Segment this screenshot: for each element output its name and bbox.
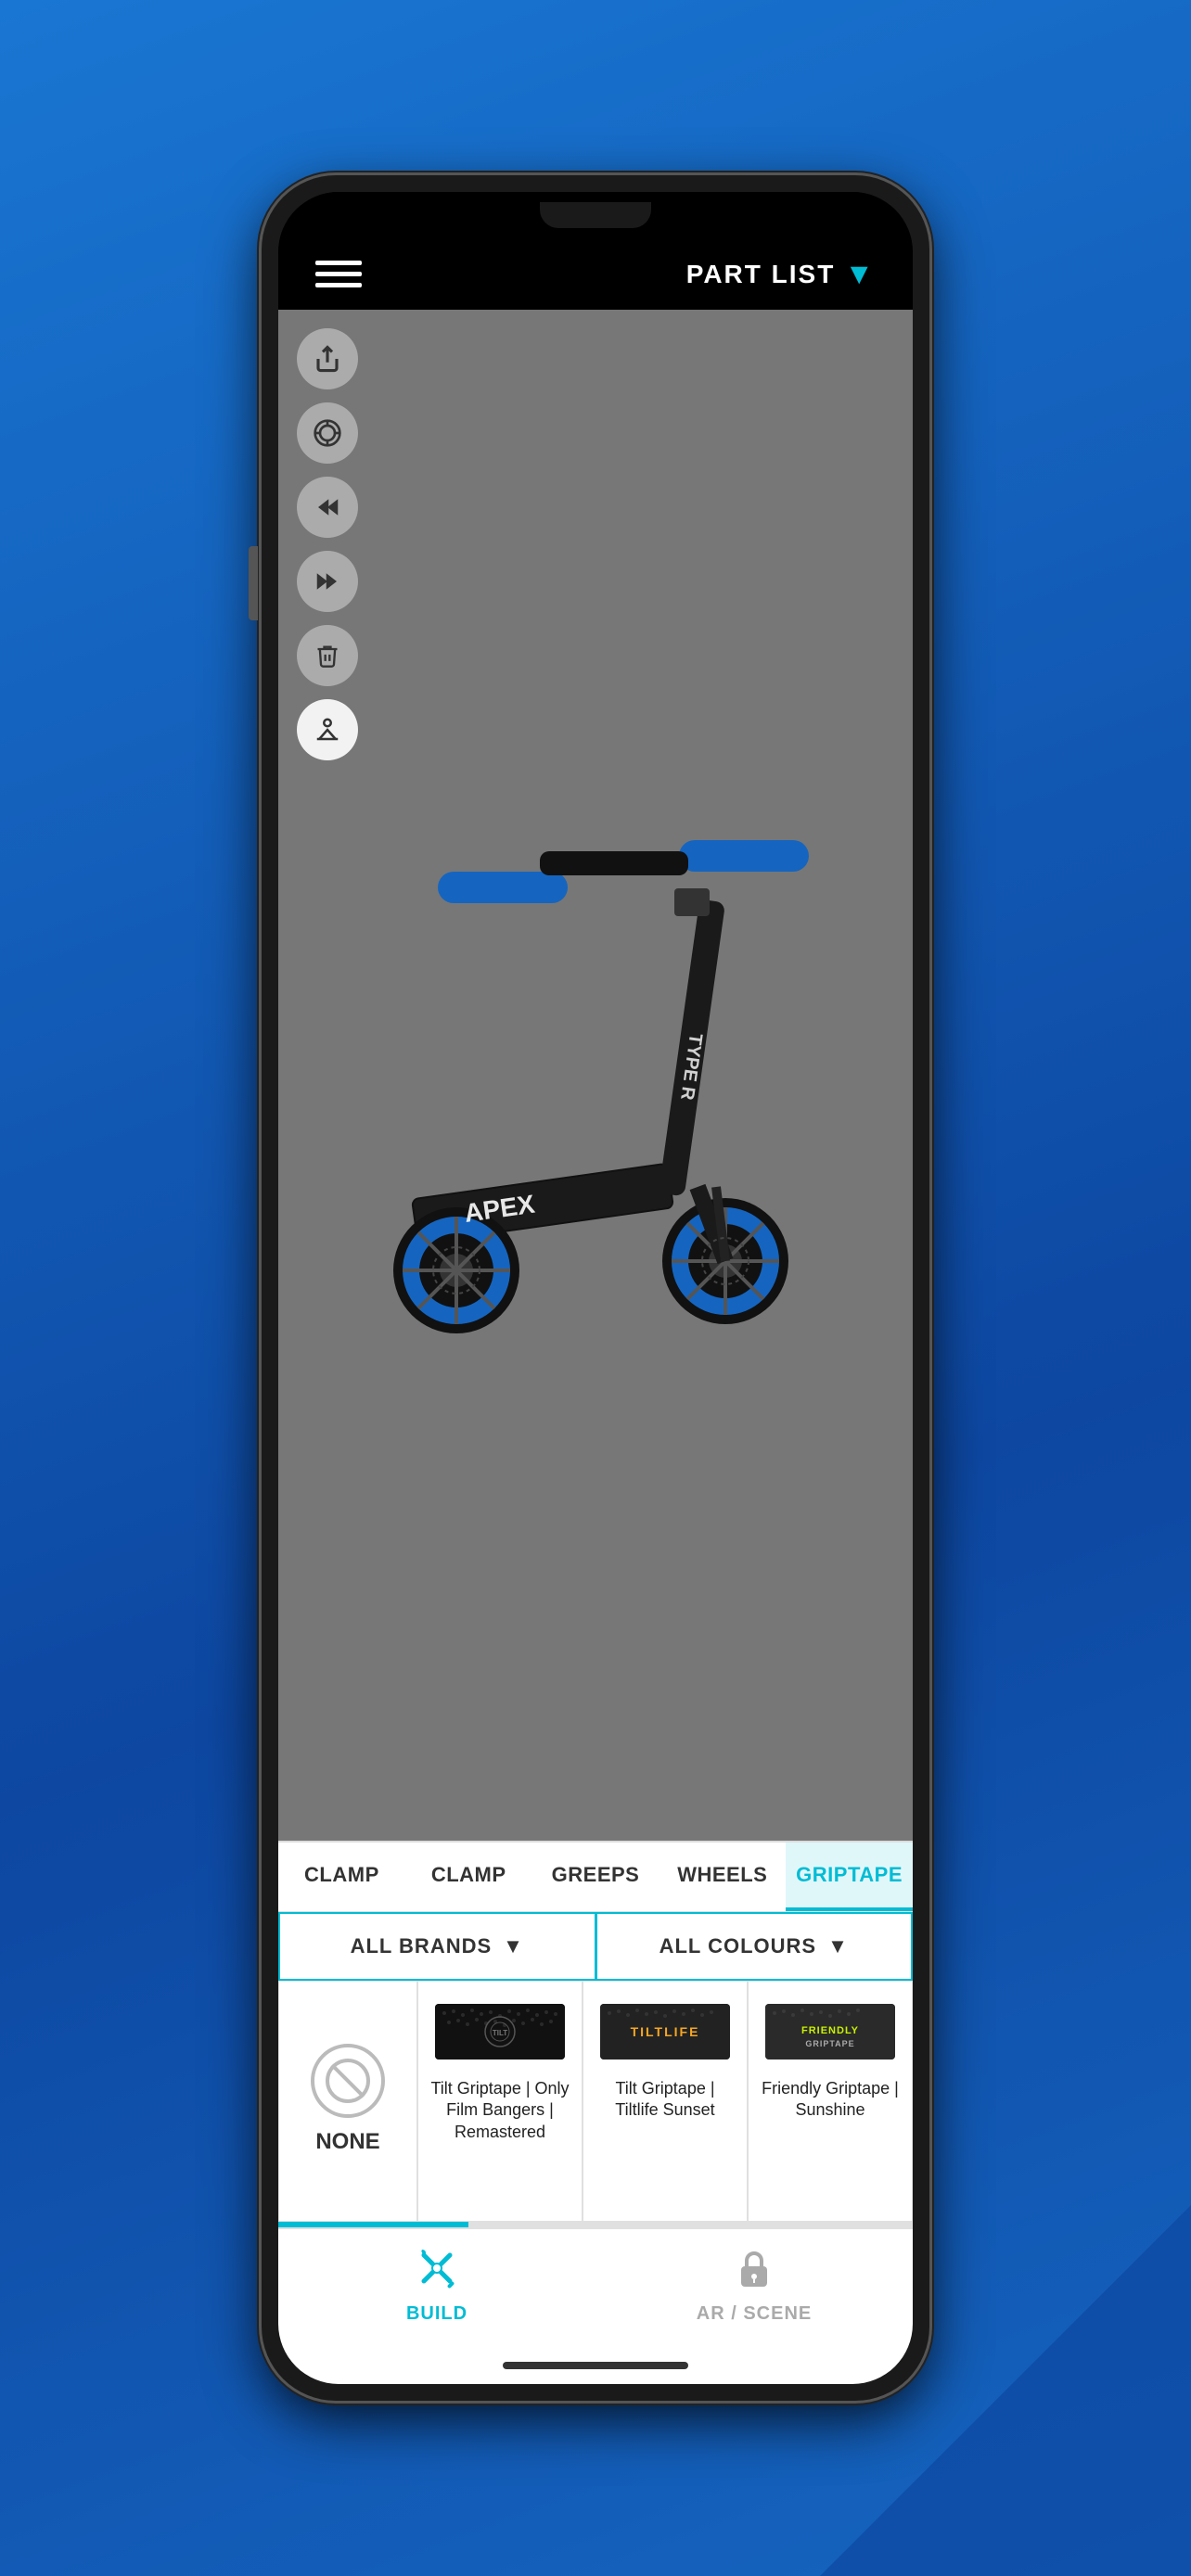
svg-text:GRIPTAPE: GRIPTAPE [805, 2039, 854, 2048]
tab-wheels[interactable]: WHEELS [659, 1843, 786, 1911]
tab-clamp-2[interactable]: CLAMP [405, 1843, 532, 1911]
hamburger-line-3 [315, 283, 362, 287]
sunshine-image: FRIENDLY GRIPTAPE [765, 2004, 895, 2060]
sunshine-image-wrapper: FRIENDLY GRIPTAPE [758, 1996, 903, 2067]
part-list-button[interactable]: PART LIST ▼ [686, 257, 876, 291]
brands-filter-label: ALL BRANDS [351, 1934, 493, 1958]
tab-griptape[interactable]: GRIPTAPE [786, 1843, 913, 1911]
tab-greeps[interactable]: GREEPS [532, 1843, 660, 1911]
brands-chevron-icon: ▼ [503, 1934, 524, 1958]
scale-button[interactable] [297, 699, 358, 760]
forward-button[interactable] [297, 551, 358, 612]
product-tilt-only-film[interactable]: TILT Tilt Griptape | Only Film Bangers |… [417, 1981, 583, 2222]
back-button[interactable] [297, 477, 358, 538]
chevron-down-icon: ▼ [844, 257, 876, 291]
nav-build[interactable]: BUILD [278, 2229, 596, 2347]
filter-row: ALL BRANDS ▼ ALL COLOURS ▼ [278, 1911, 913, 1981]
ar-scene-label: AR / SCENE [697, 2303, 812, 2325]
build-label: BUILD [406, 2303, 467, 2325]
tiltlife-image-wrapper: TILTLIFE [593, 1996, 737, 2067]
colours-filter-label: ALL COLOURS [660, 1934, 816, 1958]
none-icon [311, 2044, 385, 2118]
share-button[interactable] [297, 328, 358, 389]
hamburger-menu[interactable] [315, 261, 362, 287]
hamburger-line-1 [315, 261, 362, 265]
phone-frame: PART LIST ▼ [262, 175, 929, 2401]
none-label: NONE [315, 2129, 379, 2155]
app-header: PART LIST ▼ [278, 238, 913, 310]
tab-clamp-1[interactable]: CLAMP [278, 1843, 405, 1911]
bottom-navigation: BUILD AR / SCENE [278, 2227, 913, 2347]
scooter-image: APEX TYPE R [278, 310, 913, 1841]
colours-filter-button[interactable]: ALL COLOURS ▼ [596, 1912, 914, 1981]
target-button[interactable] [297, 402, 358, 464]
phone-screen: PART LIST ▼ [278, 192, 913, 2384]
svg-text:TILTLIFE: TILTLIFE [631, 2024, 700, 2039]
home-bar [503, 2362, 688, 2369]
tilt-film-image-wrapper: TILT [428, 1996, 572, 2067]
svg-text:FRIENDLY: FRIENDLY [801, 2025, 859, 2036]
notch-bar [278, 192, 913, 238]
scooter-svg: APEX TYPE R [354, 788, 837, 1363]
sunshine-name: Friendly Griptape | Sunshine [758, 2078, 903, 2122]
home-indicator [278, 2347, 913, 2384]
product-none[interactable]: NONE [278, 1981, 417, 2222]
parts-tabs: CLAMP CLAMP GREEPS WHEELS GRIPTAPE [278, 1841, 913, 1911]
svg-text:TILT: TILT [493, 2029, 507, 2037]
scooter-viewer[interactable]: APEX TYPE R [278, 310, 913, 1841]
outer-background: PART LIST ▼ [0, 0, 1191, 2576]
tiltlife-image: TILTLIFE [600, 2004, 730, 2060]
product-friendly-sunshine[interactable]: FRIENDLY GRIPTAPE Friendly Griptape | Su… [748, 1981, 913, 2222]
delete-button[interactable] [297, 625, 358, 686]
ar-scene-icon [734, 2248, 775, 2298]
products-grid: NONE [278, 1981, 913, 2222]
build-icon [416, 2248, 457, 2298]
part-list-label: PART LIST [686, 260, 836, 289]
tiltlife-name: Tilt Griptape | Tiltlife Sunset [593, 2078, 737, 2122]
tilt-film-image: TILT [435, 2004, 565, 2060]
brands-filter-button[interactable]: ALL BRANDS ▼ [278, 1912, 596, 1981]
nav-ar-scene[interactable]: AR / SCENE [596, 2229, 913, 2347]
notch [540, 202, 651, 228]
side-toolbar [297, 328, 358, 760]
tilt-film-name: Tilt Griptape | Only Film Bangers | Rema… [428, 2078, 572, 2143]
hamburger-line-2 [315, 272, 362, 276]
colours-chevron-icon: ▼ [827, 1934, 849, 1958]
product-tilt-tiltlife[interactable]: TILTLIFE Tilt Griptape | Tiltlife Sunset [583, 1981, 748, 2222]
